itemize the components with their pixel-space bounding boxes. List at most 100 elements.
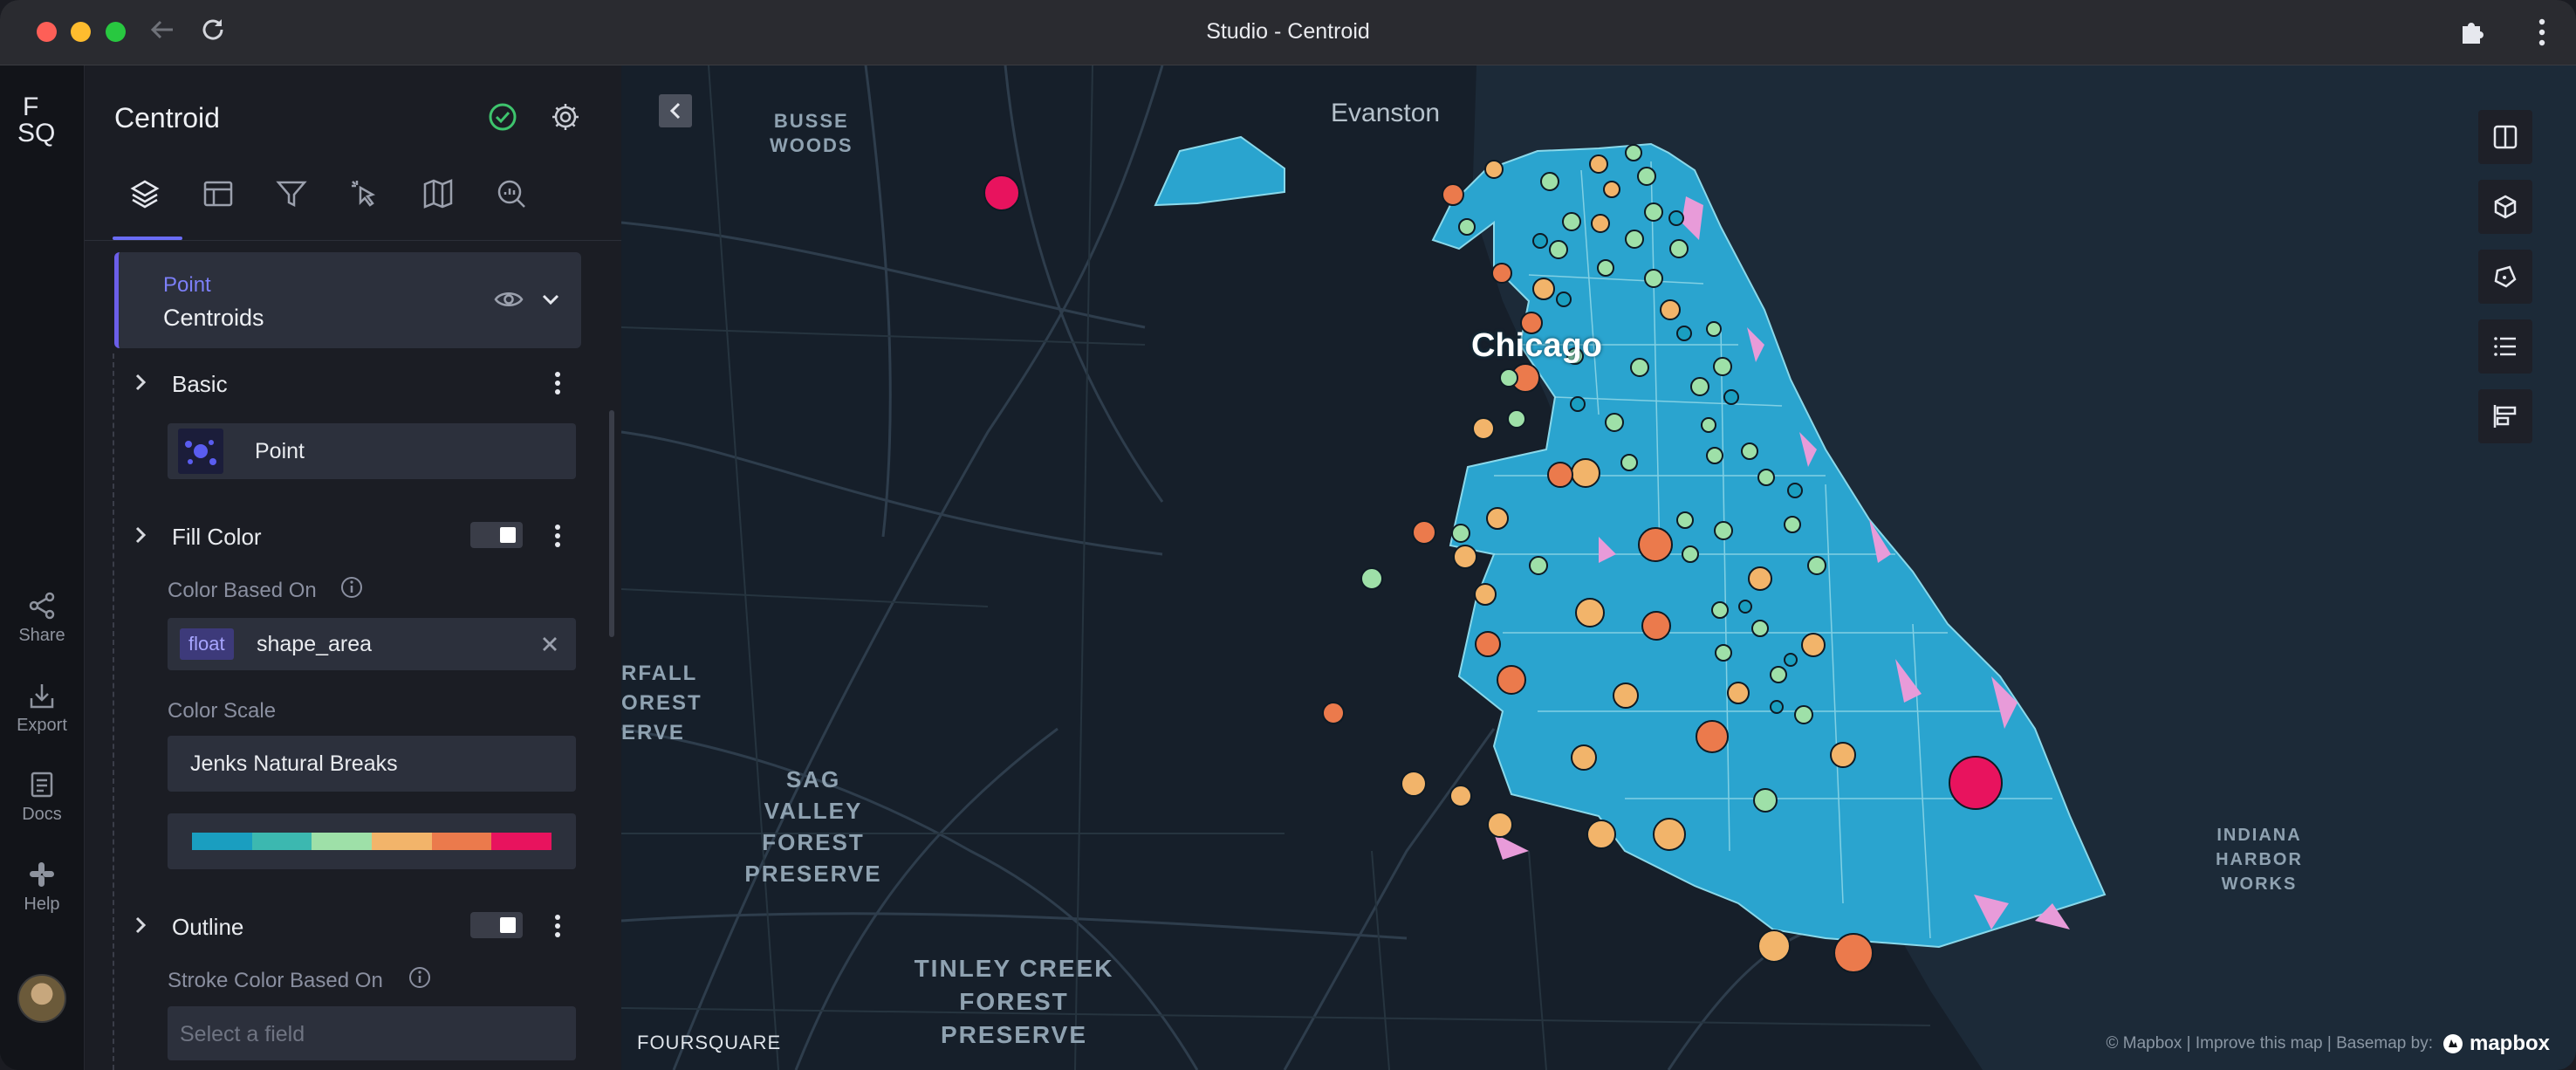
info-icon[interactable] [339,575,364,604]
label-tinley-creek: TINLEY CREEK FOREST PRESERVE [901,952,1127,1052]
field-type-badge: float [180,628,234,660]
section-basic[interactable]: Basic [172,371,228,398]
fill-color-more-icon[interactable] [554,524,561,553]
collapse-panel-button[interactable] [659,94,692,127]
color-scale-selector[interactable]: Jenks Natural Breaks [168,736,576,792]
indiana-line1: INDIANA [2216,826,2302,845]
swatch-6 [491,833,552,850]
chevron-right-icon[interactable] [134,371,147,398]
layer-name: Centroids [163,305,264,331]
saved-check-icon [488,102,517,136]
cube-icon [2494,195,2517,219]
stroke-field-selector[interactable]: Select a field [168,1006,576,1060]
map-attribution: © Mapbox | Improve this map | Basemap by… [2107,1032,2551,1056]
pointer-click-icon [352,181,376,207]
visibility-eye-icon[interactable] [494,289,524,314]
info-icon[interactable] [408,965,432,994]
label-busse-woods: BUSSE WOODS [770,109,853,158]
basemap-tab[interactable] [421,177,456,212]
table-icon [203,181,233,207]
sag-line3: PRESERVE [744,861,882,887]
tinley-line3: PRESERVE [941,1021,1087,1048]
chicago-city-boundary [1154,135,1285,207]
interactions-tab[interactable] [348,177,383,212]
split-map-button[interactable] [2478,110,2532,164]
search-icon [497,180,525,208]
indiana-line3: WORKS [2221,875,2298,894]
user-avatar[interactable] [17,974,66,1023]
fill-color-toggle[interactable] [470,522,523,548]
color-field-selector[interactable]: float shape_area [168,618,576,670]
docs-button[interactable]: Docs [0,770,84,825]
swatch-2 [251,833,312,850]
table-tab[interactable] [202,177,236,212]
swatch-1 [192,833,252,850]
mapbox-logo-icon [2442,1034,2463,1053]
filter-tab[interactable] [275,177,310,212]
tinley-line1: TINLEY CREEK [914,955,1114,982]
foursquare-logo[interactable]: F SQ [17,94,66,147]
docs-icon [31,772,53,798]
mapbox-logo-text: mapbox [2469,1032,2550,1055]
panel-scrollbar[interactable] [609,410,614,637]
indiana-line2: HARBOR [2216,850,2303,869]
stroke-color-label: Stroke Color Based On [168,969,383,992]
layer-card[interactable]: Point Centroids [114,252,581,348]
layers-tab[interactable] [128,177,163,212]
color-palette-selector[interactable] [168,813,576,869]
sag-line2: FOREST [762,829,865,855]
export-label: Export [17,716,67,735]
layer-type: Point [163,273,211,297]
help-button[interactable]: Help [0,860,84,915]
attribution-text[interactable]: © Mapbox | Improve this map | Basemap by… [2107,1034,2433,1053]
help-label: Help [24,895,60,914]
map-icon [423,179,453,209]
share-button[interactable]: Share [0,591,84,646]
tree-guide [113,353,114,1070]
search-tab[interactable] [495,177,530,212]
clear-field-icon[interactable] [541,635,558,657]
outline-more-icon[interactable] [554,914,561,943]
chevron-right-icon[interactable] [134,524,147,551]
app-window: Studio - Centroid F SQ Share Export Docs… [0,0,2576,1070]
legend-button[interactable] [2478,319,2532,374]
map-canvas[interactable]: Evanston BUSSE WOODS Chicago RFALL OREST… [621,65,2576,1070]
title-bar: Studio - Centroid [0,0,2576,65]
tinley-line2: FOREST [959,988,1069,1015]
timeline-button[interactable] [2478,389,2532,443]
settings-gear-icon[interactable] [550,101,581,137]
label-sag-valley: SAG VALLEY FOREST PRESERVE [735,764,892,889]
tabs-divider [85,240,621,241]
bar-align-icon [2493,405,2517,428]
export-icon [30,684,54,709]
section-outline[interactable]: Outline [172,914,243,941]
label-rfall-forest: RFALL OREST ERVE [621,659,702,748]
share-label: Share [18,626,65,645]
point-thumbnail-icon [178,429,223,474]
color-scale-label: Color Scale [168,699,277,723]
more-vertical-icon[interactable] [2538,17,2546,54]
project-title[interactable]: Centroid [114,102,220,134]
section-fill-color[interactable]: Fill Color [172,524,262,551]
label-evanston: Evanston [1331,99,1441,127]
label-chicago: Chicago [1471,327,1602,364]
point-type-selector[interactable]: Point [168,423,576,479]
rfall-line1: RFALL [621,662,698,685]
busse-line2: WOODS [770,134,853,156]
basic-more-icon[interactable] [554,371,561,401]
3d-view-button[interactable] [2478,180,2532,234]
swatch-5 [431,833,492,850]
layers-icon [130,180,160,209]
export-button[interactable]: Export [0,681,84,736]
split-view-icon [2493,125,2518,149]
swatch-3 [312,833,373,850]
chevron-right-icon[interactable] [134,914,147,941]
docs-label: Docs [22,805,62,824]
list-icon [2494,337,2516,356]
share-icon [29,592,55,620]
draw-polygon-button[interactable] [2478,250,2532,304]
outline-toggle[interactable] [470,912,523,938]
puzzle-extension-icon[interactable] [2457,17,2485,52]
logo-text-bottom: SQ [17,119,56,147]
chevron-down-icon[interactable] [541,292,560,311]
